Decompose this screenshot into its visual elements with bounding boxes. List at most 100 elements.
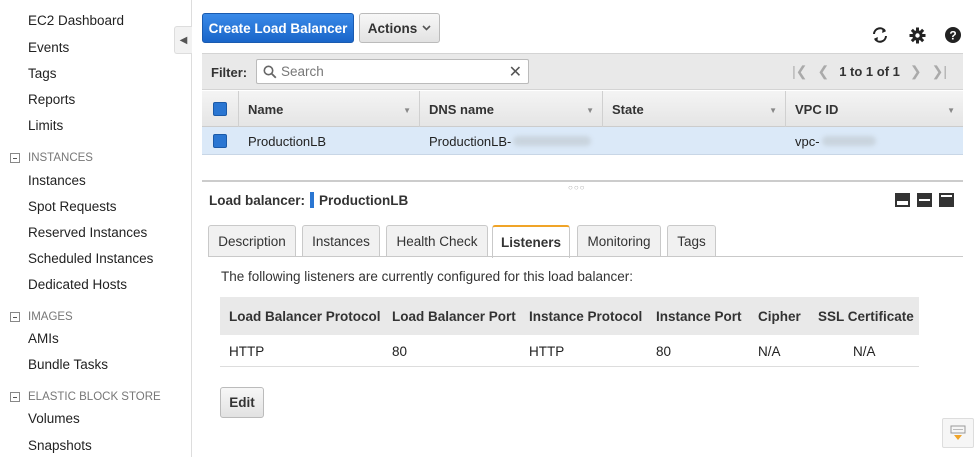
sidebar-item-events[interactable]: Events <box>28 40 69 55</box>
svg-text:?: ? <box>949 29 956 43</box>
tab-instances[interactable]: Instances <box>302 225 380 257</box>
cell-load-balancer-protocol: HTTP <box>229 343 265 359</box>
cell-instance-protocol: HTTP <box>529 343 565 359</box>
sidebar-section-images[interactable]: IMAGES <box>10 311 73 323</box>
refresh-icon[interactable] <box>871 26 889 44</box>
collapse-minus-icon[interactable] <box>10 312 20 322</box>
sidebar-section-title: IMAGES <box>28 311 73 323</box>
select-all-checkbox[interactable] <box>213 102 227 116</box>
sidebar: EC2 Dashboard Events Tags Reports Limits… <box>0 0 192 457</box>
search-icon <box>263 65 277 79</box>
column-header-vpc-id[interactable]: VPC ID ▼ <box>786 91 963 127</box>
listeners-table-header: Load Balancer Protocol Load Balancer Por… <box>220 297 919 335</box>
selection-marker <box>310 192 315 208</box>
feedback-icon[interactable] <box>942 418 974 448</box>
sidebar-item-reports[interactable]: Reports <box>28 92 75 107</box>
sidebar-section-elastic-block-store[interactable]: ELASTIC BLOCK STORE <box>10 391 161 403</box>
cell-ssl-certificate: N/A <box>853 343 876 359</box>
column-header-instance-port: Instance Port <box>656 308 742 324</box>
row-state <box>603 127 612 155</box>
first-page-icon[interactable]: |❮ <box>792 63 807 80</box>
tab-divider <box>208 256 963 257</box>
layout-bottom-pane-icon[interactable] <box>895 193 910 207</box>
sidebar-item-dedicated-hosts[interactable]: Dedicated Hosts <box>28 277 127 292</box>
collapse-minus-icon[interactable] <box>10 153 20 163</box>
redacted-text <box>821 136 876 146</box>
actions-dropdown-button[interactable]: Actions <box>359 13 440 43</box>
column-header-load-balancer-protocol: Load Balancer Protocol <box>229 308 381 324</box>
column-header-label: VPC ID <box>795 101 839 117</box>
actions-label: Actions <box>367 20 418 36</box>
sort-caret-icon[interactable]: ▼ <box>769 106 777 115</box>
tab-health-check[interactable]: Health Check <box>386 225 488 257</box>
sidebar-item-tags[interactable]: Tags <box>28 66 57 81</box>
search-input[interactable] <box>281 62 501 81</box>
filter-bar: Filter: ✕ |❮ ❮ 1 to 1 of 1 ❯ ❯| <box>202 53 963 90</box>
table-row[interactable]: ProductionLB ProductionLB- vpc- <box>202 127 963 155</box>
chevron-left-icon: ◀ <box>179 34 188 46</box>
column-header-label: DNS name <box>429 101 495 117</box>
sidebar-item-snapshots[interactable]: Snapshots <box>28 438 92 453</box>
pagination-text: 1 to 1 of 1 <box>839 64 900 79</box>
column-header-load-balancer-port: Load Balancer Port <box>392 308 516 324</box>
sort-caret-icon[interactable]: ▼ <box>947 106 955 115</box>
cell-load-balancer-port: 80 <box>392 343 408 359</box>
detail-title: Load balancer: ProductionLB <box>209 192 408 208</box>
sidebar-item-amis[interactable]: AMIs <box>28 331 59 346</box>
create-load-balancer-button[interactable]: Create Load Balancer <box>202 13 354 43</box>
edit-button[interactable]: Edit <box>220 387 264 418</box>
sidebar-item-volumes[interactable]: Volumes <box>28 411 80 426</box>
layout-top-pane-icon[interactable] <box>939 193 954 207</box>
column-header-state[interactable]: State ▼ <box>603 91 786 127</box>
sidebar-section-title: ELASTIC BLOCK STORE <box>28 391 161 403</box>
help-icon[interactable]: ? <box>944 26 962 44</box>
gear-icon[interactable] <box>908 26 926 44</box>
detail-label: Load balancer: <box>209 192 306 208</box>
listeners-description: The following listeners are currently co… <box>221 269 633 284</box>
splitter-grip-icon[interactable]: ○○○ <box>568 183 586 192</box>
next-page-icon[interactable]: ❯ <box>910 63 922 80</box>
column-header-label: State <box>612 101 644 117</box>
pane-splitter[interactable] <box>202 180 963 182</box>
filter-label: Filter: <box>211 65 248 80</box>
column-header-instance-protocol: Instance Protocol <box>529 308 643 324</box>
row-checkbox[interactable] <box>213 134 227 148</box>
layout-split-pane-icon[interactable] <box>917 193 932 207</box>
detail-name: ProductionLB <box>319 192 409 208</box>
table-row: HTTP 80 HTTP 80 N/A N/A <box>220 335 919 367</box>
sidebar-item-reserved-instances[interactable]: Reserved Instances <box>28 225 147 240</box>
column-header-label: Name <box>248 101 284 117</box>
sidebar-item-bundle-tasks[interactable]: Bundle Tasks <box>28 357 108 372</box>
select-all-cell <box>202 91 239 127</box>
last-page-icon[interactable]: ❯| <box>932 63 947 80</box>
sidebar-item-scheduled-instances[interactable]: Scheduled Instances <box>28 251 153 266</box>
previous-page-icon[interactable]: ❮ <box>817 63 829 80</box>
tab-monitoring[interactable]: Monitoring <box>577 225 661 257</box>
pagination: |❮ ❮ 1 to 1 of 1 ❯ ❯| <box>792 63 947 80</box>
sort-caret-icon[interactable]: ▼ <box>586 106 594 115</box>
tab-listeners[interactable]: Listeners <box>492 225 570 258</box>
column-header-name[interactable]: Name ▼ <box>239 91 420 127</box>
sidebar-item-ec2-dashboard[interactable]: EC2 Dashboard <box>28 13 124 28</box>
dns-name-prefix: ProductionLB- <box>429 133 512 149</box>
column-header-cipher: Cipher <box>758 308 801 324</box>
collapse-minus-icon[interactable] <box>10 392 20 402</box>
sidebar-collapse-button[interactable]: ◀ <box>174 26 192 54</box>
tab-description[interactable]: Description <box>208 225 296 257</box>
clear-search-icon[interactable]: ✕ <box>509 62 522 82</box>
cell-cipher: N/A <box>758 343 781 359</box>
row-dns-name: ProductionLB- <box>420 127 592 155</box>
row-name: ProductionLB <box>248 133 327 149</box>
sidebar-section-instances[interactable]: INSTANCES <box>10 152 93 164</box>
tab-tags[interactable]: Tags <box>667 225 716 257</box>
search-box[interactable]: ✕ <box>256 59 529 84</box>
sidebar-item-spot-requests[interactable]: Spot Requests <box>28 199 117 214</box>
sidebar-item-limits[interactable]: Limits <box>28 118 63 133</box>
sort-caret-icon[interactable]: ▼ <box>403 106 411 115</box>
table-header: Name ▼ DNS name ▼ State ▼ VPC ID ▼ <box>202 91 963 127</box>
vpc-id-prefix: vpc- <box>795 133 820 149</box>
column-header-dns-name[interactable]: DNS name ▼ <box>420 91 603 127</box>
load-balancer-table: Name ▼ DNS name ▼ State ▼ VPC ID ▼ Produ… <box>202 91 963 155</box>
chevron-down-icon <box>422 25 431 31</box>
sidebar-item-instances[interactable]: Instances <box>28 173 86 188</box>
